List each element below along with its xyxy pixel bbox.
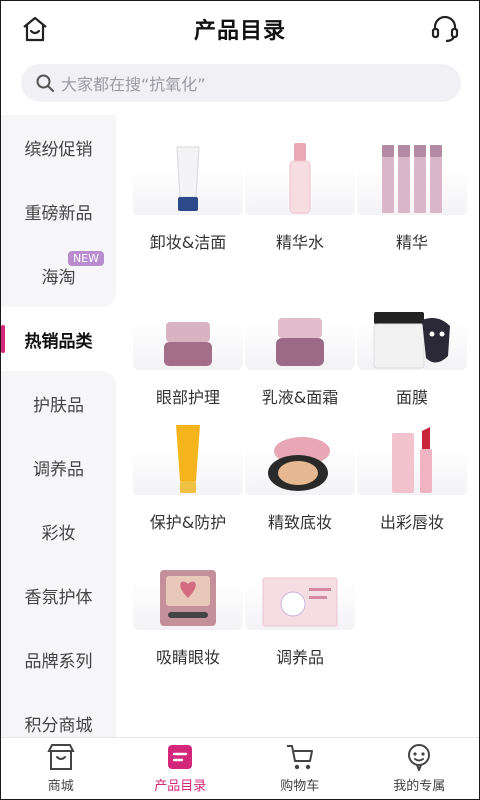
sidebar-item-brand-series[interactable]: 品牌系列 [1, 627, 116, 691]
new-badge: NEW [67, 251, 104, 266]
category-serum[interactable]: 精华 [357, 135, 467, 253]
category-label: 眼部护理 [155, 388, 220, 407]
category-base-makeup[interactable]: 精致底妆 [245, 415, 355, 533]
lipstick-image [357, 415, 467, 495]
sidebar-item-skincare[interactable]: 护肤品 [1, 371, 116, 435]
shop-icon [47, 744, 75, 770]
sunscreen-tube-image [133, 415, 243, 495]
tab-catalog[interactable]: 产品目录 [121, 738, 241, 799]
tab-label: 购物车 [280, 779, 320, 794]
sidebar-item-label: 热销品类 [24, 331, 93, 352]
sidebar-item-label: 护肤品 [33, 395, 84, 416]
eye-cream-jar-image [133, 290, 243, 370]
sidebar-group-bottom: 护肤品 调养品 彩妆 香氛护体 品牌系列 积分商城 [1, 371, 116, 755]
search-placeholder: 大家都在搜“抗氧化” [61, 75, 206, 94]
customer-service-button[interactable] [429, 13, 461, 45]
header: 产品目录 [1, 1, 479, 57]
category-mask[interactable]: 面膜 [357, 290, 467, 408]
tab-cart[interactable]: 购物车 [240, 738, 360, 799]
sidebar-item-label: 品牌系列 [24, 651, 93, 672]
category-sidebar: 缤纷促销 重磅新品 海淘 NEW 热销品类 护肤品 调养品 彩妆 香氛护体 品牌… [1, 115, 116, 755]
sidebar-item-makeup[interactable]: 彩妆 [1, 499, 116, 563]
tab-shop[interactable]: 商城 [1, 738, 121, 799]
category-lip-makeup[interactable]: 出彩唇妆 [357, 415, 467, 533]
home-icon [23, 16, 47, 42]
sidebar-item-fragrance-body[interactable]: 香氛护体 [1, 563, 116, 627]
essence-water-bottle-image [245, 135, 355, 215]
sidebar-item-new-arrivals[interactable]: 重磅新品 [1, 179, 116, 243]
sidebar-item-supplements[interactable]: 调养品 [1, 435, 116, 499]
mask-jar-image [357, 290, 467, 370]
category-essence-water[interactable]: 精华水 [245, 135, 355, 253]
app-frame: 产品目录 大家都在搜“抗氧化” 缤纷促销 重磅新品 海淘 NEW 热销品类 护肤… [0, 0, 480, 800]
category-label: 卸妆&洁面 [149, 233, 227, 252]
category-eye-makeup[interactable]: 吸睛眼妆 [133, 550, 243, 668]
page-title: 产品目录 [193, 19, 286, 44]
headset-icon [431, 15, 459, 43]
category-label: 精华 [395, 233, 428, 252]
category-supplements[interactable]: 调养品 [245, 550, 355, 668]
home-button[interactable] [19, 13, 51, 45]
sidebar-item-haitao[interactable]: 海淘 NEW [1, 243, 116, 307]
cushion-compact-image [245, 415, 355, 495]
cream-jar-image [245, 290, 355, 370]
category-label: 乳液&面霜 [261, 388, 339, 407]
category-sun-protection[interactable]: 保护&防护 [133, 415, 243, 533]
sidebar-item-label: 彩妆 [41, 523, 76, 544]
sidebar-item-label: 香氛护体 [24, 587, 93, 608]
category-label: 精致底妆 [267, 513, 332, 532]
sidebar-item-label: 调养品 [33, 459, 84, 480]
serum-vials-image [357, 135, 467, 215]
tab-label: 我的专属 [393, 779, 446, 794]
catalog-icon [168, 745, 193, 769]
sidebar-item-hot-categories[interactable]: 热销品类 [1, 307, 116, 371]
profile-icon [408, 744, 431, 771]
tab-label: 商城 [47, 779, 74, 794]
bottom-tab-bar: 商城 产品目录 购物车 我的专属 [1, 737, 479, 799]
category-label: 吸睛眼妆 [155, 648, 220, 667]
sidebar-item-label: 积分商城 [24, 715, 93, 736]
cleanser-tube-image [133, 135, 243, 215]
category-label: 精华水 [275, 233, 324, 252]
category-lotion-cream[interactable]: 乳液&面霜 [245, 290, 355, 408]
search-icon [36, 74, 54, 92]
category-cleanser[interactable]: 卸妆&洁面 [133, 135, 243, 253]
category-label: 出彩唇妆 [379, 513, 444, 532]
tab-label: 产品目录 [154, 779, 207, 794]
search-bar[interactable]: 大家都在搜“抗氧化” [21, 64, 461, 102]
sidebar-item-label: 缤纷促销 [24, 139, 93, 160]
category-eye-care[interactable]: 眼部护理 [133, 290, 243, 408]
category-label: 面膜 [395, 388, 428, 407]
cart-icon [286, 745, 313, 770]
tab-profile[interactable]: 我的专属 [360, 738, 480, 799]
category-label: 保护&防护 [149, 513, 227, 532]
sidebar-item-promotions[interactable]: 缤纷促销 [1, 115, 116, 179]
sidebar-item-label: 重磅新品 [24, 203, 93, 224]
sidebar-item-label: 海淘 [41, 267, 76, 288]
category-label: 调养品 [275, 648, 324, 667]
sidebar-group-top: 缤纷促销 重磅新品 海淘 NEW [1, 115, 116, 307]
eyeshadow-palette-image [133, 550, 243, 630]
supplement-box-image [245, 550, 355, 630]
